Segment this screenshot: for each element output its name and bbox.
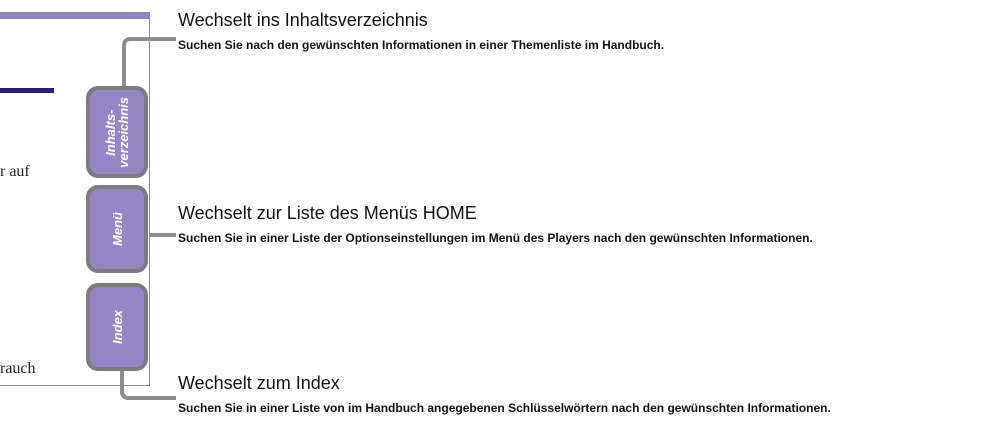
callout-index: Wechselt zum Index Suchen Sie in einer L… xyxy=(178,372,831,417)
callout-title: Wechselt zur Liste des Menüs HOME xyxy=(178,203,477,223)
callout-title: Wechselt zum Index xyxy=(178,373,340,393)
callout-description: Suchen Sie nach den gewünschten Informat… xyxy=(178,38,665,52)
callout-title: Wechselt ins Inhaltsverzeichnis xyxy=(178,10,428,30)
tab-table-of-contents[interactable]: Inhalts- verzeichnis xyxy=(86,86,148,178)
callout-menu: Wechselt zur Liste des Menüs HOME Suchen… xyxy=(178,202,813,247)
page-text-fragment: r auf xyxy=(0,163,30,180)
page-header-bar xyxy=(0,13,149,19)
page-text-fragment: rauch xyxy=(0,360,36,377)
tab-label: Inhalts- verzeichnis xyxy=(103,96,131,168)
tab-index[interactable]: Index xyxy=(86,283,148,371)
tab-menu[interactable]: Menü xyxy=(86,185,148,273)
callout-table-of-contents: Wechselt ins Inhaltsverzeichnis Suchen S… xyxy=(178,9,664,54)
callout-description: Suchen Sie in einer Liste der Optionsein… xyxy=(178,231,813,245)
tab-label: Index xyxy=(109,310,125,344)
menu-connector-line xyxy=(150,233,176,237)
callout-description: Suchen Sie in einer Liste von im Handbuc… xyxy=(178,401,831,415)
page-heading-rule xyxy=(0,88,54,93)
tab-label: Menü xyxy=(109,212,125,246)
